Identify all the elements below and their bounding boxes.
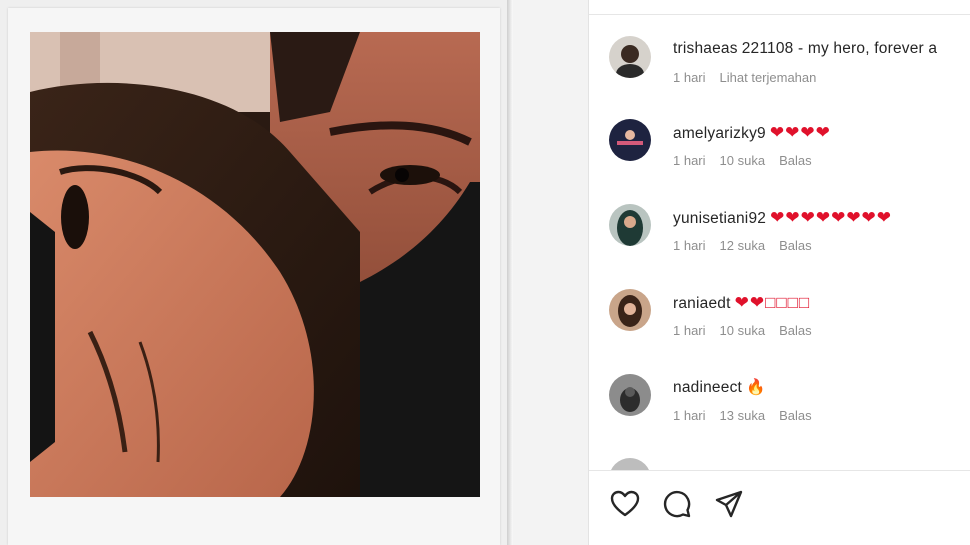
avatar[interactable] [609,374,651,416]
comment-meta: 1 hari Lihat terjemahan [673,70,830,85]
header-divider [589,14,970,15]
reply-button[interactable]: Balas [779,408,812,423]
like-count[interactable]: 10 suka [720,323,766,338]
reply-button[interactable]: Balas [779,323,812,338]
comments-area: trishaeas 221108 - my hero, forever a 1 h… [513,0,970,545]
comment-username[interactable]: yunisetiani92 [673,210,766,227]
comment-line: raniaedt ❤❤□□□□ [673,293,810,313]
comment-meta: 1 hari 10 suka Balas [673,323,826,338]
comment-line: yunisetiani92 ❤❤❤❤❤❤❤❤ [673,208,892,228]
comment-time: 1 hari [673,70,706,85]
comment-meta: 1 hari 10 suka Balas [673,153,826,168]
comment-text: ❤❤❤❤ [769,123,831,142]
comment-line: nadineect 🔥 [673,378,766,397]
comment-time: 1 hari [673,323,706,338]
comment-line: amelyarizky9 ❤❤❤❤ [673,123,831,143]
heart-icon[interactable] [609,488,641,520]
comment-username[interactable]: nadineect [673,379,742,396]
avatar[interactable] [609,36,651,78]
post-media-area [0,0,507,545]
comment-username[interactable]: amelyarizky9 [673,125,766,142]
comment-time: 1 hari [673,238,706,253]
comment-username[interactable]: raniaedt [673,295,731,312]
post-photo [30,32,480,497]
avatar[interactable] [609,289,651,331]
reply-button[interactable]: Balas [779,153,812,168]
see-translation-link[interactable]: Lihat terjemahan [720,70,817,85]
like-count[interactable]: 12 suka [720,238,766,253]
avatar[interactable] [609,119,651,161]
comment-time: 1 hari [673,408,706,423]
like-count[interactable]: 10 suka [720,153,766,168]
reply-button[interactable]: Balas [779,238,812,253]
comment-text: ❤❤❤❤❤❤❤❤ [770,208,893,227]
actions-divider [589,470,970,471]
comment-item: raniaedt ❤❤□□□□ 1 hari 10 suka Balas [609,289,970,349]
comment-text: 221108 - my hero, forever a [741,40,938,57]
comment-meta: 1 hari 12 suka Balas [673,238,826,253]
comment-meta: 1 hari 13 suka Balas [673,408,826,423]
polaroid-frame [8,8,500,545]
comment-item: yunisetiani92 ❤❤❤❤❤❤❤❤ 1 hari 12 suka Balas [609,204,970,264]
comment-text: ❤❤□□□□ [734,293,811,312]
share-icon[interactable] [713,488,745,520]
comment-item: amelyarizky9 ❤❤❤❤ 1 hari 10 suka Balas [609,119,970,179]
comment-time: 1 hari [673,153,706,168]
comment-username[interactable]: trishaeas [673,40,738,57]
comment-text: 🔥 [746,379,766,396]
comments-panel: trishaeas 221108 - my hero, forever a 1 h… [588,0,970,545]
avatar[interactable] [609,204,651,246]
comment-item: nadineect 🔥 1 hari 13 suka Balas [609,374,970,434]
comment-icon[interactable] [661,488,693,520]
comment-item: trishaeas 221108 - my hero, forever a 1 h… [609,36,970,96]
avatar-partial [609,458,651,470]
comment-line: trishaeas 221108 - my hero, forever a [673,40,937,58]
like-count[interactable]: 13 suka [720,408,766,423]
